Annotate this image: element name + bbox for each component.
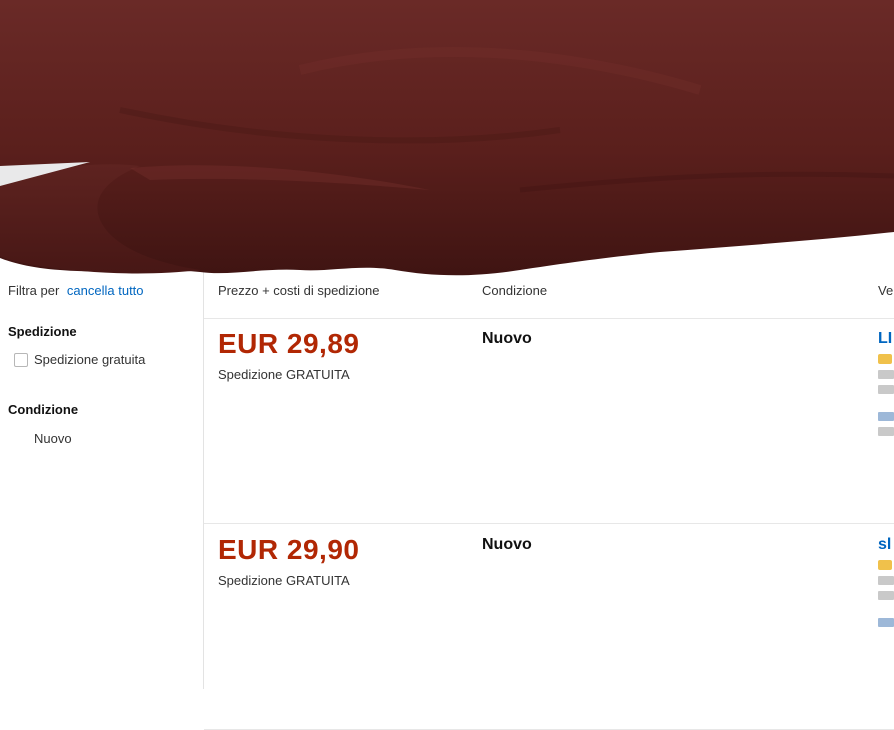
star-rating-icon (878, 354, 892, 364)
seller-rating-text (878, 576, 894, 585)
checkbox-icon[interactable] (14, 352, 28, 367)
seller-rating-text (878, 385, 894, 394)
offer-seller-info: sl (878, 536, 894, 686)
seller-details-text (878, 412, 894, 421)
seller-details-text (878, 618, 894, 627)
offer-row: EUR 29,89 Spedizione GRATUITA Nuovo LI (204, 318, 894, 524)
foreground-occluding-object (0, 0, 894, 276)
offer-condition: Nuovo (482, 330, 532, 347)
star-rating-icon (878, 560, 892, 570)
condition-new-filter[interactable]: Nuovo (14, 431, 72, 446)
offer-shipping: Spedizione GRATUITA (218, 573, 350, 588)
seller-rating-text (878, 591, 894, 600)
offer-price: EUR 29,90 (218, 534, 360, 565)
offer-seller-info: LI (878, 330, 894, 480)
seller-name-link[interactable]: LI (878, 330, 894, 348)
filter-sidebar: Filtra per cancella tutto Spedizione Spe… (0, 270, 204, 689)
condition-new-filter-label: Nuovo (34, 431, 72, 446)
seller-name-link[interactable]: sl (878, 536, 894, 554)
seller-details-text (878, 427, 894, 436)
offer-price: EUR 29,89 (218, 328, 360, 359)
offer-row: EUR 29,90 Spedizione GRATUITA Nuovo sl (204, 524, 894, 730)
facet-heading-condition: Condizione (8, 402, 79, 417)
seller-rating-text (878, 370, 894, 379)
offer-condition: Nuovo (482, 536, 532, 553)
facet-heading-shipping: Spedizione (8, 324, 77, 339)
offer-shipping: Spedizione GRATUITA (218, 367, 350, 382)
free-shipping-filter-label: Spedizione gratuita (34, 352, 146, 367)
free-shipping-filter[interactable]: Spedizione gratuita (14, 352, 145, 367)
